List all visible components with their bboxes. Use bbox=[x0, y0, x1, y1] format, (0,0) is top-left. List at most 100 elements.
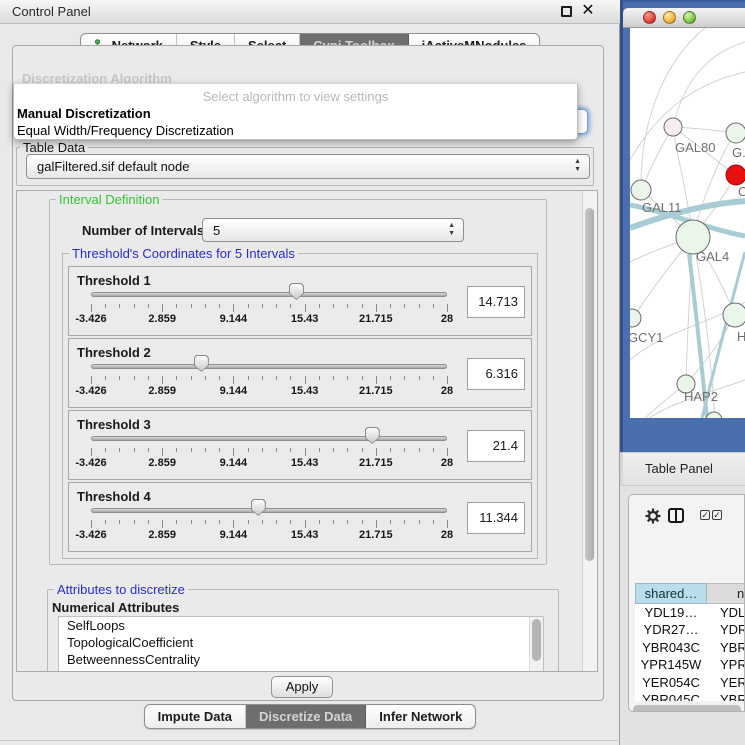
node-red-selected[interactable] bbox=[726, 165, 745, 185]
slider-tick-label: 21.715 bbox=[359, 313, 393, 325]
cell-shared-name[interactable]: YDR27… bbox=[635, 621, 707, 638]
minimize-traffic-light-icon[interactable] bbox=[663, 11, 676, 24]
node-gal80[interactable] bbox=[664, 118, 682, 136]
threshold-value-field[interactable]: 11.344 bbox=[467, 502, 525, 534]
threshold-panel-4: Threshold 4-3.4262.8599.14415.4321.71528… bbox=[68, 482, 532, 552]
cell-name[interactable]: YDR2 bbox=[707, 621, 745, 638]
cell-shared-name[interactable]: YBR045C bbox=[635, 691, 707, 701]
node-gcy1[interactable] bbox=[630, 309, 641, 327]
column-visibility-icon[interactable]: ✓ ✓ bbox=[700, 510, 722, 520]
tab-impute-data[interactable]: Impute Data bbox=[145, 705, 246, 728]
network-canvas[interactable]: GAL80 G. C GAL11 GAL4 GCY1 H HAP2 bbox=[630, 28, 745, 418]
gear-icon[interactable] bbox=[645, 508, 661, 524]
apply-button[interactable]: Apply bbox=[271, 676, 333, 698]
dropdown-hint: Select algorithm to view settings bbox=[14, 89, 577, 104]
tab-infer-network-label: Infer Network bbox=[379, 709, 462, 724]
attribute-list-item[interactable]: TopologicalCoefficient bbox=[59, 634, 543, 651]
slider-tick-label: 2.859 bbox=[148, 457, 176, 469]
attributes-scrollbar-thumb[interactable] bbox=[532, 619, 541, 661]
node-table: shared… na YDL19…YDL1YDR27…YDR2YBR043CYB… bbox=[635, 583, 745, 701]
dropdown-option-equal-width-frequency[interactable]: Equal Width/Frequency Discretization bbox=[17, 123, 234, 138]
slider-ticks bbox=[91, 376, 447, 384]
slider-tick-label: 15.43 bbox=[291, 385, 319, 397]
table-row[interactable]: YPR145WYPR1 bbox=[635, 656, 745, 673]
slider-track[interactable] bbox=[91, 364, 447, 369]
table-row[interactable]: YBR045CYBR0 bbox=[635, 691, 745, 701]
column-header-name[interactable]: na bbox=[707, 583, 745, 604]
table-row[interactable]: YER054CYER0 bbox=[635, 674, 745, 691]
threshold-value-field[interactable]: 6.316 bbox=[467, 358, 525, 390]
checkbox-checked-icon: ✓ bbox=[700, 510, 710, 520]
settings-scrollbar[interactable] bbox=[582, 191, 597, 671]
control-panel-title: Control Panel bbox=[12, 4, 91, 19]
slider-thumb[interactable] bbox=[289, 283, 304, 300]
thresholds-group-title: Threshold's Coordinates for 5 Intervals bbox=[69, 246, 298, 261]
table-header-row: shared… na bbox=[635, 583, 745, 604]
table-row[interactable]: YBR043CYBR0 bbox=[635, 639, 745, 656]
close-icon[interactable]: ✕ bbox=[580, 2, 596, 20]
numerical-attributes-list[interactable]: SelfLoopsTopologicalCoefficientBetweenne… bbox=[58, 616, 544, 672]
table-panel-titlebar: Table Panel bbox=[620, 452, 745, 486]
node-h[interactable] bbox=[723, 303, 745, 327]
cell-name[interactable]: YPR1 bbox=[707, 656, 745, 673]
slider-tick-label: 2.859 bbox=[148, 313, 176, 325]
cell-name[interactable]: YBR0 bbox=[707, 691, 745, 701]
cell-name[interactable]: YER0 bbox=[707, 674, 745, 691]
cell-shared-name[interactable]: YER054C bbox=[635, 674, 707, 691]
slider-thumb[interactable] bbox=[251, 499, 266, 516]
close-traffic-light-icon[interactable] bbox=[643, 11, 656, 24]
attributes-scrollbar[interactable] bbox=[529, 617, 543, 672]
slider-tick-label: 15.43 bbox=[291, 313, 319, 325]
cell-name[interactable]: YDL1 bbox=[707, 604, 745, 621]
attributes-group: Attributes to discretize Numerical Attri… bbox=[47, 589, 559, 672]
cell-name[interactable]: YBR0 bbox=[707, 639, 745, 656]
label-hap2: HAP2 bbox=[684, 389, 718, 404]
slider-thumb[interactable] bbox=[194, 355, 209, 372]
table-row[interactable]: YDL19…YDL1 bbox=[635, 604, 745, 621]
slider-ticks bbox=[91, 520, 447, 528]
threshold-panel-3: Threshold 3-3.4262.8599.14415.4321.71528… bbox=[68, 410, 532, 480]
node-top-right[interactable] bbox=[726, 123, 745, 143]
slider-tick-label: -3.426 bbox=[75, 385, 106, 397]
table-data-group-title: Table Data bbox=[20, 140, 88, 155]
slider-tick-label: 28 bbox=[441, 313, 453, 325]
slider-tick-label: 15.43 bbox=[291, 529, 319, 541]
number-of-intervals-value: 5 bbox=[213, 223, 220, 238]
zoom-traffic-light-icon[interactable] bbox=[683, 11, 696, 24]
number-of-intervals-combobox[interactable]: 5 ▲▼ bbox=[202, 218, 464, 242]
cell-shared-name[interactable]: YDL19… bbox=[635, 604, 707, 621]
slider-track[interactable] bbox=[91, 436, 447, 441]
checkbox-checked-icon: ✓ bbox=[712, 510, 722, 520]
tab-infer-network[interactable]: Infer Network bbox=[366, 705, 475, 728]
slider-track[interactable] bbox=[91, 508, 447, 513]
slider-thumb[interactable] bbox=[365, 427, 380, 444]
attribute-list-item[interactable]: SelfLoops bbox=[59, 617, 543, 634]
attribute-list-item[interactable]: BetweennessCentrality bbox=[59, 651, 543, 668]
slider-tick-label: 9.144 bbox=[220, 385, 248, 397]
slider-track[interactable] bbox=[91, 292, 447, 297]
table-horizontal-scrollbar[interactable] bbox=[633, 705, 741, 712]
table-data-combobox[interactable]: galFiltered.sif default node ▲▼ bbox=[26, 154, 590, 179]
threshold-value-field[interactable]: 14.713 bbox=[467, 286, 525, 318]
threshold-value-field[interactable]: 21.4 bbox=[467, 430, 525, 462]
cell-shared-name[interactable]: YBR043C bbox=[635, 639, 707, 656]
interval-definition-group: Interval Definition Number of Intervals … bbox=[49, 199, 547, 565]
settings-scrollbar-thumb[interactable] bbox=[585, 208, 594, 561]
float-window-icon[interactable] bbox=[561, 6, 572, 17]
table-row[interactable]: YDR27…YDR2 bbox=[635, 621, 745, 638]
label-gal11: GAL11 bbox=[642, 200, 682, 215]
tab-discretize-data[interactable]: Discretize Data bbox=[246, 705, 366, 728]
slider-tick-label: 21.715 bbox=[359, 385, 393, 397]
node-gal11[interactable] bbox=[631, 180, 651, 200]
algorithm-group-title: Discretization Algorithm bbox=[22, 71, 172, 83]
column-header-shared-name[interactable]: shared… bbox=[635, 583, 707, 604]
split-panel-icon[interactable] bbox=[668, 508, 684, 523]
table-rows: YDL19…YDL1YDR27…YDR2YBR043CYBR0YPR145WYP… bbox=[635, 604, 745, 701]
cell-shared-name[interactable]: YPR145W bbox=[635, 656, 707, 673]
network-window-titlebar[interactable] bbox=[623, 8, 745, 28]
tab-impute-data-label: Impute Data bbox=[158, 709, 232, 724]
slider-tick-label: 9.144 bbox=[220, 313, 248, 325]
dropdown-option-manual-discretization[interactable]: Manual Discretization bbox=[17, 106, 151, 121]
network-nodes[interactable] bbox=[630, 118, 745, 418]
slider-tick-label: 2.859 bbox=[148, 385, 176, 397]
